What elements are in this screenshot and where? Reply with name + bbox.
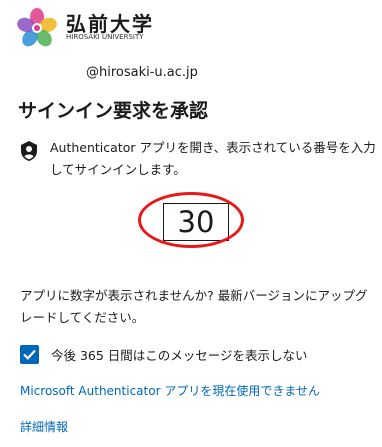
more-info-link[interactable]: 詳細情報 [20, 418, 68, 435]
remember-checkbox[interactable] [20, 344, 39, 364]
remember-option[interactable]: 今後 365 日間はこのメッセージを表示しない [20, 343, 308, 365]
highlight-circle [138, 192, 244, 248]
authenticator-lock-icon [21, 141, 37, 161]
university-logo [17, 8, 57, 47]
checkmark-icon [23, 349, 36, 360]
university-subtitle: HIROSAKI UNIVERSITY [66, 33, 144, 41]
cannot-use-app-link[interactable]: Microsoft Authenticator アプリを現在使用できません [20, 382, 320, 399]
instruction-text: Authenticator アプリを開き、表示されている番号を入力してサインイン… [50, 140, 376, 177]
remember-label: 今後 365 日間はこのメッセージを表示しない [51, 347, 308, 363]
account-identifier: @hirosaki-u.ac.jp [86, 65, 198, 80]
page-title: サインイン要求を承認 [18, 100, 209, 122]
no-number-help-text: アプリに数字が表示されませんか? 最新バージョンにアップグレードしてください。 [20, 288, 368, 325]
